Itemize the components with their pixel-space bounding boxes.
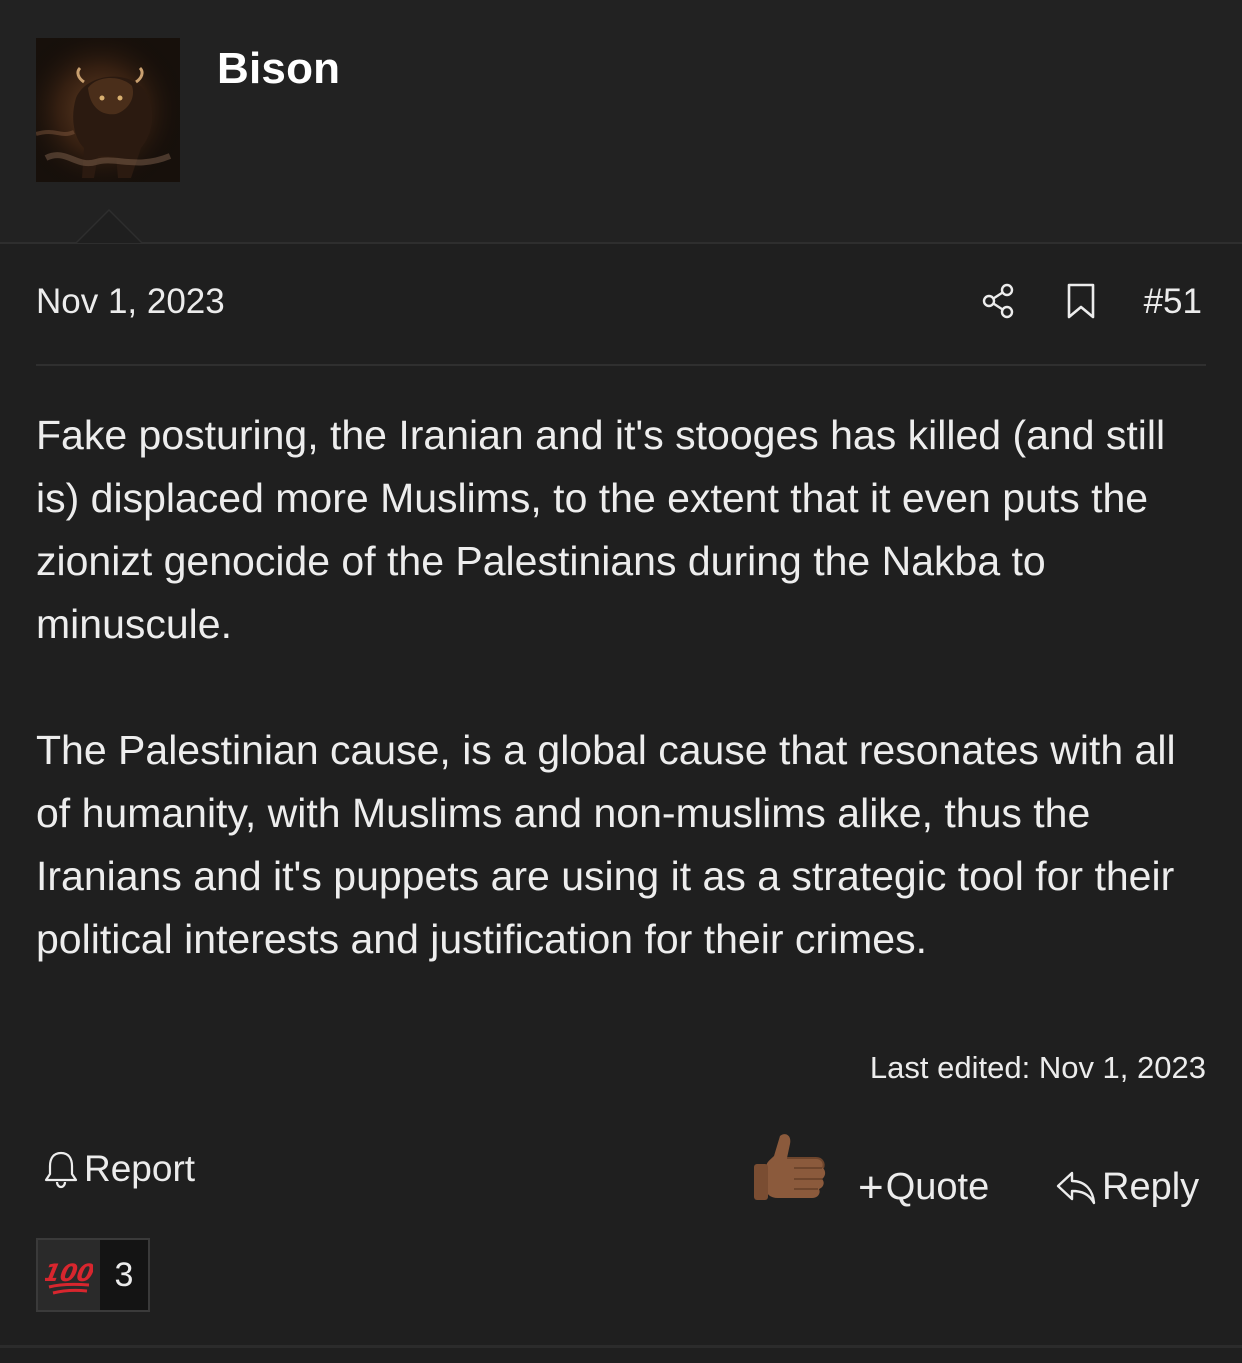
meta-divider [36,364,1206,366]
bottom-divider [0,1345,1242,1348]
reply-button[interactable]: Reply [1054,1166,1199,1209]
user-header: Bison [0,0,1242,244]
quote-button[interactable]: + Quote [858,1162,990,1212]
reaction-summary[interactable]: 100 3 [36,1238,150,1312]
share-icon[interactable] [980,282,1018,320]
header-pointer-arrow [75,209,143,243]
quote-label: Quote [885,1166,990,1208]
post-body: Fake posturing, the Iranian and it's sto… [36,404,1206,971]
post-paragraph: The Palestinian cause, is a global cause… [36,727,1176,962]
post-author[interactable]: Bison [217,44,340,94]
post-container: Bison Nov 1, 2023 #51 Fake posturing, th… [0,0,1242,1363]
post-date[interactable]: Nov 1, 2023 [36,282,225,322]
thumbs-up-icon[interactable] [750,1128,830,1206]
post-meta-row: Nov 1, 2023 #51 [36,268,1206,338]
report-button[interactable]: Report [42,1148,195,1190]
report-label: Report [84,1148,196,1189]
bell-icon [44,1151,78,1189]
avatar[interactable] [36,38,180,182]
post-number-link[interactable]: #51 [1144,282,1202,322]
last-edited-note: Last edited: Nov 1, 2023 [869,1050,1206,1085]
hundred-points-icon: 100 [38,1240,100,1310]
bison-avatar-image [36,38,180,182]
reply-label: Reply [1102,1166,1200,1208]
post-paragraph: Fake posturing, the Iranian and it's sto… [36,412,1166,647]
hundred-glyph-text: 100 [45,1258,93,1287]
reaction-count: 3 [100,1240,148,1310]
bookmark-icon[interactable] [1064,282,1098,320]
reply-arrow-icon [1056,1171,1096,1204]
plus-icon: + [858,1162,884,1212]
